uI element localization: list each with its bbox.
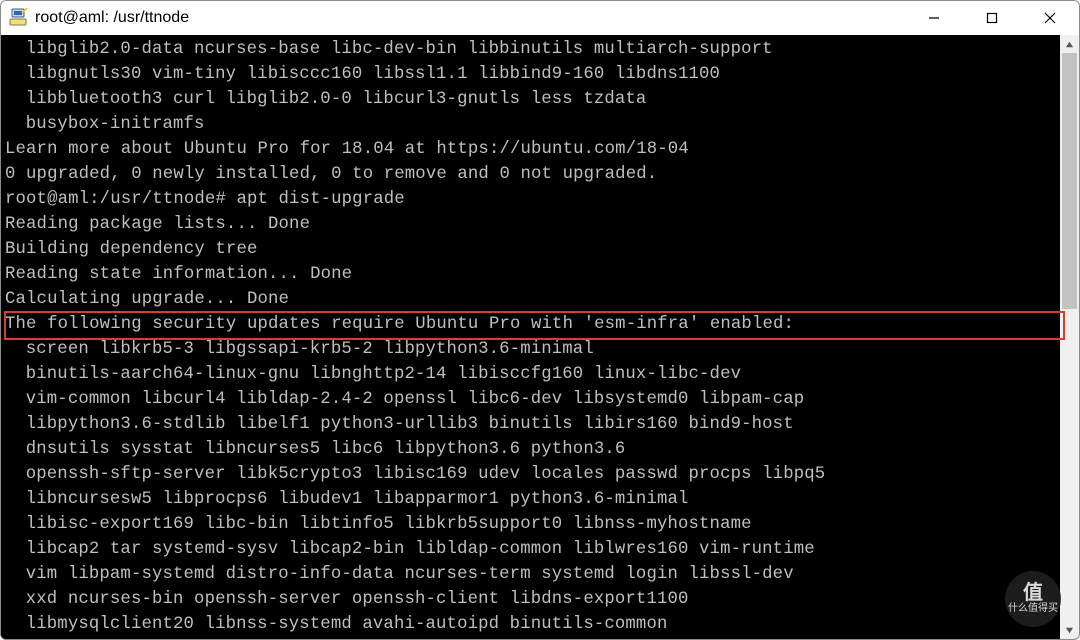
app-icon [7, 7, 29, 29]
scroll-down-arrow-icon[interactable] [1060, 621, 1079, 639]
close-button[interactable] [1021, 1, 1079, 35]
terminal-window: root@aml: /usr/ttnode libglib2.0-data nc… [0, 0, 1080, 640]
terminal-line: libgnutls30 vim-tiny libisccc160 libssl1… [5, 62, 1056, 87]
terminal-line: vim-common libcurl4 libldap-2.4-2 openss… [5, 387, 1056, 412]
minimize-button[interactable] [905, 1, 963, 35]
scrollbar[interactable] [1060, 35, 1079, 639]
terminal-line: xxd ncurses-bin openssh-server openssh-c… [5, 587, 1056, 612]
scroll-up-arrow-icon[interactable] [1060, 35, 1079, 53]
terminal-line: vim libpam-systemd distro-info-data ncur… [5, 562, 1056, 587]
titlebar[interactable]: root@aml: /usr/ttnode [1, 1, 1079, 35]
terminal-line: dnsutils sysstat libncurses5 libc6 libpy… [5, 437, 1056, 462]
terminal-line: The following security updates require U… [5, 312, 1056, 337]
terminal-line: libglib2.0-data ncurses-base libc-dev-bi… [5, 37, 1056, 62]
terminal-line: Building dependency tree [5, 237, 1056, 262]
terminal-line: libpython3.6-stdlib libelf1 python3-urll… [5, 412, 1056, 437]
terminal-line: Learn more about Ubuntu Pro for 18.04 at… [5, 137, 1056, 162]
watermark-badge: 值 什么值得买 [1005, 571, 1061, 627]
terminal-line: libbluetooth3 curl libglib2.0-0 libcurl3… [5, 87, 1056, 112]
terminal-output[interactable]: libglib2.0-data ncurses-base libc-dev-bi… [1, 35, 1060, 639]
terminal-area: libglib2.0-data ncurses-base libc-dev-bi… [1, 35, 1079, 639]
scroll-thumb[interactable] [1062, 53, 1077, 309]
terminal-line: Calculating upgrade... Done [5, 287, 1056, 312]
window-title: root@aml: /usr/ttnode [35, 9, 189, 27]
scroll-track[interactable] [1060, 53, 1079, 621]
terminal-line: root@aml:/usr/ttnode# apt dist-upgrade [5, 187, 1056, 212]
terminal-line: libisc-export169 libc-bin libtinfo5 libk… [5, 512, 1056, 537]
window-buttons [905, 1, 1079, 35]
terminal-line: Reading state information... Done [5, 262, 1056, 287]
terminal-line: busybox-initramfs [5, 112, 1056, 137]
maximize-button[interactable] [963, 1, 1021, 35]
terminal-line: libcap2 tar systemd-sysv libcap2-bin lib… [5, 537, 1056, 562]
terminal-line: libncursesw5 libprocps6 libudev1 libappa… [5, 487, 1056, 512]
terminal-line: openssh-sftp-server libk5crypto3 libisc1… [5, 462, 1056, 487]
watermark-mark: 值 [1008, 583, 1058, 603]
terminal-line: libmysqlclient20 libnss-systemd avahi-au… [5, 612, 1056, 637]
terminal-line: binutils-aarch64-linux-gnu libnghttp2-14… [5, 362, 1056, 387]
terminal-line: 0 upgraded, 0 newly installed, 0 to remo… [5, 162, 1056, 187]
terminal-line: screen libkrb5-3 libgssapi-krb5-2 libpyt… [5, 337, 1056, 362]
watermark-label: 什么值得买 [1008, 603, 1058, 615]
terminal-line: Reading package lists... Done [5, 212, 1056, 237]
